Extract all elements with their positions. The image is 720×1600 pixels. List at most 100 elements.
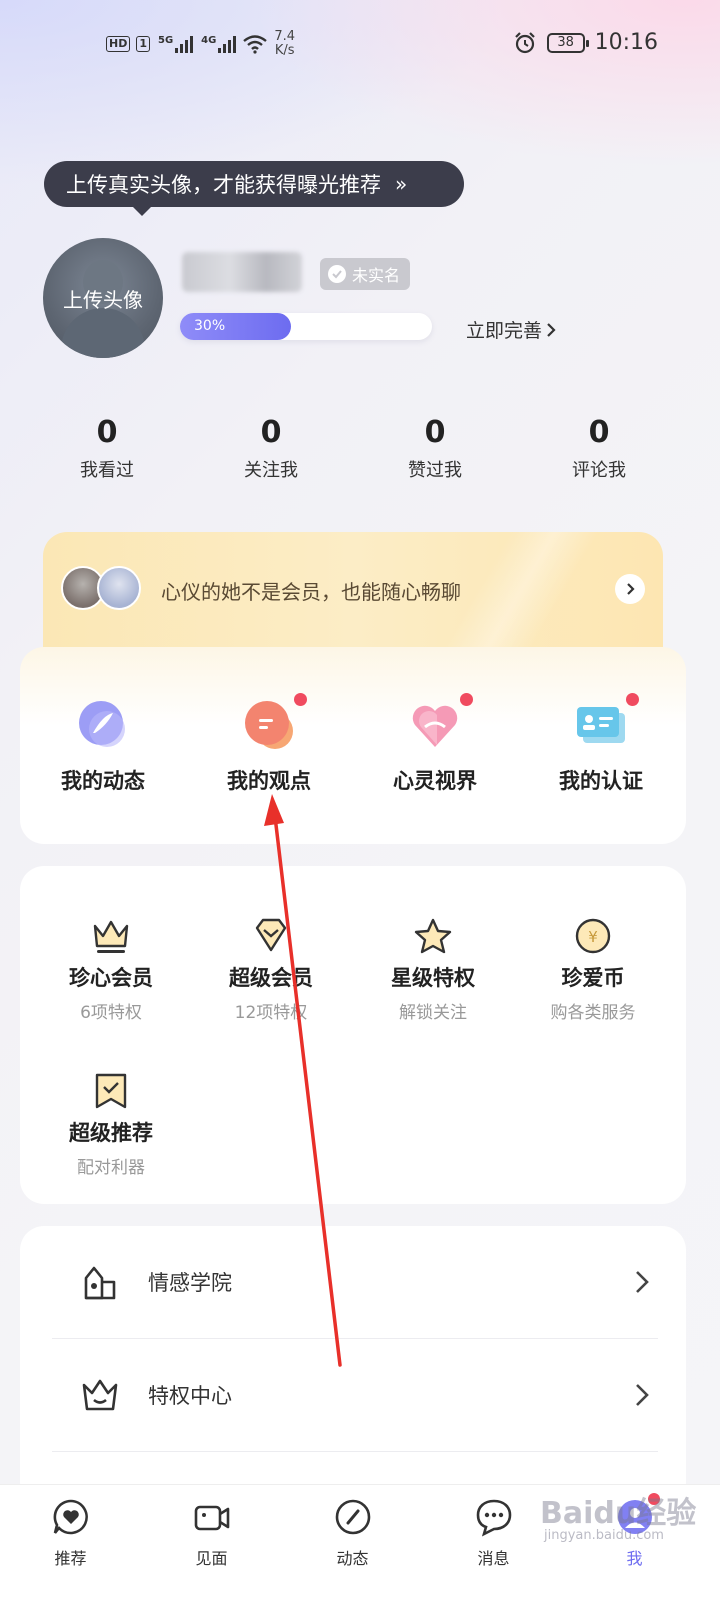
feature-soul-vision[interactable]: 心灵视界 <box>352 693 518 844</box>
vip-title: 超级会员 <box>229 966 313 990</box>
stat-label: 评论我 <box>572 460 626 481</box>
notification-dot <box>626 693 639 706</box>
verification-badge[interactable]: 未实名 <box>320 258 411 290</box>
status-bar: HD 1 5G 4G 7.4 K/s 38 10:16 <box>0 0 720 90</box>
heart-icon <box>407 693 473 753</box>
notification-dot <box>460 693 473 706</box>
status-right: 38 10:16 <box>513 30 658 55</box>
list-item-privilege-center[interactable]: 特权中心 <box>52 1339 658 1452</box>
stat-value: 0 <box>96 415 118 450</box>
tab-recommend[interactable]: 推荐 <box>0 1485 141 1600</box>
baidu-watermark-url: jingyan.baidu.com <box>544 1528 664 1543</box>
feature-label: 我的观点 <box>227 769 311 793</box>
wifi-icon <box>243 35 268 54</box>
chevron-right-icon <box>636 1384 649 1406</box>
vip-subtitle: 解锁关注 <box>399 1003 467 1023</box>
complete-profile-link[interactable]: 立即完善 <box>466 316 556 343</box>
user-name-blurred <box>182 252 302 292</box>
verify-label: 未实名 <box>352 266 401 285</box>
video-icon <box>194 1505 229 1531</box>
bookmark-icon <box>91 1071 131 1111</box>
clock: 10:16 <box>594 30 658 55</box>
membership-card: 珍心会员 6项特权 超级会员 12项特权 星级特权 解锁关注 ¥ 珍爱币 购各类… <box>20 866 686 1204</box>
feature-label: 我的认证 <box>559 769 643 793</box>
message-icon <box>476 1499 511 1537</box>
tab-label: 消息 <box>477 1549 510 1568</box>
crown-outline-icon <box>82 1379 118 1411</box>
tab-label: 我 <box>626 1549 643 1568</box>
vip-subtitle: 购各类服务 <box>550 1003 636 1023</box>
alarm-icon <box>514 31 535 53</box>
check-icon <box>328 265 346 283</box>
id-card-icon <box>573 693 639 753</box>
avatar-label: 上传头像 <box>63 288 143 312</box>
status-left: HD 1 5G 4G 7.4 K/s <box>106 30 295 58</box>
feather-icon <box>75 697 131 753</box>
signal-5g-icon: 5G <box>158 35 194 53</box>
menu-list-card: 情感学院 特权中心 <box>20 1226 686 1506</box>
tab-meet[interactable]: 见面 <box>141 1485 282 1600</box>
vip-item-super-recommend[interactable]: 超级推荐 配对利器 <box>28 1071 194 1178</box>
crown-icon <box>91 916 131 956</box>
house-icon <box>84 1266 116 1300</box>
tab-label: 推荐 <box>54 1549 87 1568</box>
double-chevron-icon: » <box>395 172 408 196</box>
compass-icon <box>335 1499 370 1535</box>
stat-label: 关注我 <box>244 460 298 481</box>
progress-text: 30% <box>194 318 226 334</box>
vip-title: 珍心会员 <box>69 966 153 990</box>
avatar <box>97 566 141 610</box>
list-item-emotion-academy[interactable]: 情感学院 <box>52 1226 658 1339</box>
heart-chat-icon <box>53 1499 88 1535</box>
features-card: 我的动态 我的观点 心灵视界 我的认证 <box>20 647 686 844</box>
banner-text: 心仪的她不是会员，也能随心畅聊 <box>161 580 461 604</box>
avatar-upload-button[interactable]: 上传头像 <box>43 238 163 358</box>
diamond-icon <box>251 916 291 956</box>
feature-my-posts[interactable]: 我的动态 <box>20 697 186 844</box>
battery-icon: 38 <box>546 32 589 53</box>
complete-label: 立即完善 <box>466 320 543 342</box>
list-item-label: 情感学院 <box>148 1271 232 1295</box>
star-icon <box>413 916 453 956</box>
upload-avatar-tip[interactable]: 上传真实头像，才能获得曝光推荐 » <box>44 161 464 216</box>
stat-viewed[interactable]: 0 我看过 <box>25 415 189 482</box>
hd-badge: HD <box>106 36 131 52</box>
tab-label: 见面 <box>195 1549 228 1568</box>
stat-liked[interactable]: 0 赞过我 <box>353 415 517 482</box>
tab-label: 动态 <box>336 1549 369 1568</box>
vip-item-star-privilege[interactable]: 星级特权 解锁关注 <box>350 916 516 1023</box>
stat-value: 0 <box>588 415 610 450</box>
stats-row: 0 我看过 0 关注我 0 赞过我 0 评论我 <box>25 415 681 482</box>
stat-comments[interactable]: 0 评论我 <box>517 415 681 482</box>
chat-bubble-icon <box>241 693 307 753</box>
vip-title: 超级推荐 <box>69 1121 153 1145</box>
vip-promo-banner[interactable]: 心仪的她不是会员，也能随心畅聊 <box>43 532 663 658</box>
feature-label: 我的动态 <box>61 769 145 793</box>
vip-item-zhenxin-member[interactable]: 珍心会员 6项特权 <box>28 916 194 1023</box>
progress-fill: 30% <box>180 313 291 340</box>
tab-moments[interactable]: 动态 <box>282 1485 423 1600</box>
list-item-label: 特权中心 <box>148 1384 232 1408</box>
coin-icon: ¥ <box>573 916 613 956</box>
vip-title: 星级特权 <box>391 966 475 990</box>
profile-progress-bar: 30% <box>180 313 432 340</box>
stat-label: 赞过我 <box>408 460 462 481</box>
tip-text: 上传真实头像，才能获得曝光推荐 <box>66 173 381 197</box>
avatar-placeholder-body <box>61 308 145 358</box>
chevron-right-icon <box>547 322 556 337</box>
vip-title: 珍爱币 <box>561 966 625 990</box>
chevron-right-icon[interactable] <box>615 574 645 604</box>
stat-followers[interactable]: 0 关注我 <box>189 415 353 482</box>
stat-value: 0 <box>260 415 282 450</box>
feature-my-opinions[interactable]: 我的观点 <box>186 693 352 844</box>
vip-item-zhenai-coin[interactable]: ¥ 珍爱币 购各类服务 <box>510 916 676 1023</box>
baidu-watermark: Baidu经验 <box>540 1496 697 1531</box>
vip-subtitle: 12项特权 <box>234 1003 308 1023</box>
svg-text:¥: ¥ <box>588 928 598 946</box>
stat-label: 我看过 <box>80 460 134 481</box>
feature-my-verification[interactable]: 我的认证 <box>518 693 684 844</box>
sim-badge: 1 <box>136 36 150 52</box>
vip-item-super-member[interactable]: 超级会员 12项特权 <box>188 916 354 1023</box>
vip-subtitle: 6项特权 <box>80 1003 142 1023</box>
network-speed: 7.4 K/s <box>274 29 296 58</box>
